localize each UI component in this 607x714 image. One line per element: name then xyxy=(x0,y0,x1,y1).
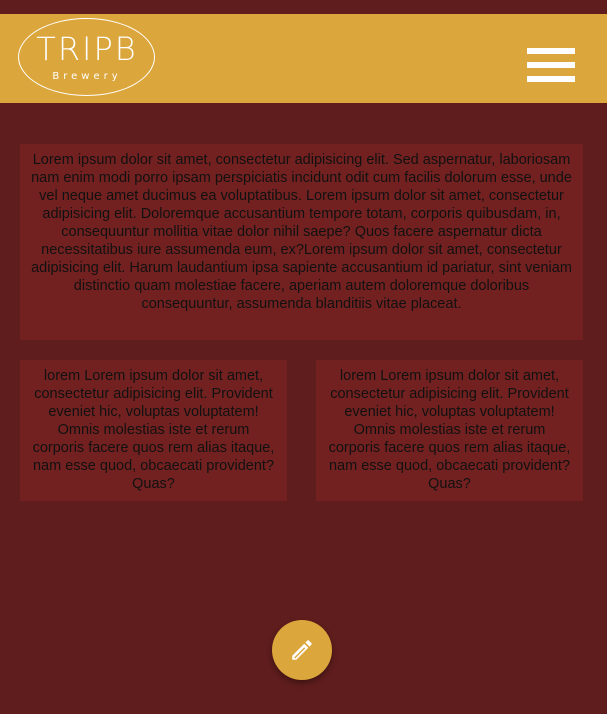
main-text-card: Lorem ipsum dolor sit amet, consectetur … xyxy=(20,144,583,340)
pencil-icon xyxy=(292,640,312,660)
left-text-card: lorem Lorem ipsum dolor sit amet, consec… xyxy=(20,360,287,501)
right-text-card: lorem Lorem ipsum dolor sit amet, consec… xyxy=(316,360,583,501)
app-header: TRIPB Brewery xyxy=(0,14,607,103)
top-strip xyxy=(0,0,607,14)
brewery-logo[interactable]: TRIPB Brewery xyxy=(18,18,155,96)
logo-subtext: Brewery xyxy=(52,71,122,82)
menu-bar-top xyxy=(527,48,575,54)
edit-fab-button[interactable] xyxy=(272,620,332,680)
menu-bar-bottom xyxy=(527,76,575,82)
right-paragraph: lorem Lorem ipsum dolor sit amet, consec… xyxy=(328,368,571,492)
hamburger-menu-icon[interactable] xyxy=(527,48,575,83)
left-paragraph: lorem Lorem ipsum dolor sit amet, consec… xyxy=(32,368,275,492)
main-paragraph: Lorem ipsum dolor sit amet, consectetur … xyxy=(31,152,572,312)
menu-bar-middle xyxy=(527,62,575,68)
logo-text: TRIPB xyxy=(36,30,138,68)
